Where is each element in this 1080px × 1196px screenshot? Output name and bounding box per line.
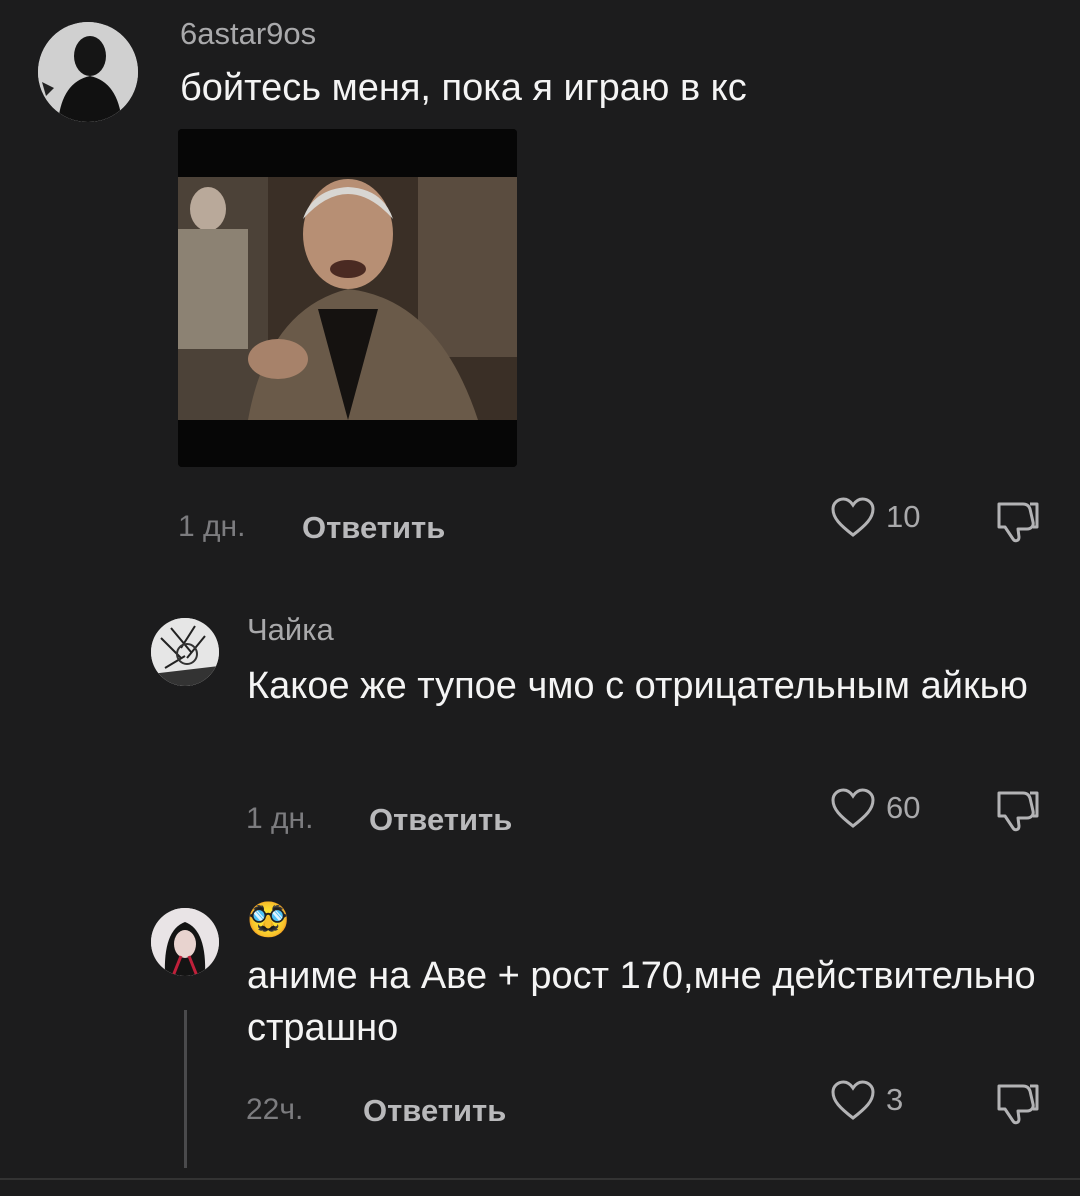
- comment-gif-image[interactable]: [178, 129, 517, 467]
- thumbs-down-outline-icon[interactable]: [993, 1078, 1043, 1128]
- like-button[interactable]: 60: [830, 787, 920, 829]
- like-button[interactable]: 3: [830, 1079, 903, 1121]
- avatar-disguise-user[interactable]: [151, 908, 219, 976]
- thread-line: [184, 1010, 187, 1168]
- avatar-chayka[interactable]: [151, 618, 219, 686]
- comment-time: 1 дн.: [246, 802, 314, 835]
- heart-outline-icon: [831, 497, 875, 537]
- comment-time: 22ч.: [246, 1093, 304, 1126]
- like-count: 10: [886, 499, 921, 534]
- comment-text: аниме на Аве + рост 170,мне действительн…: [247, 955, 1036, 1049]
- comment-text: бойтесь меня, пока я играю в кс: [180, 67, 747, 109]
- thumbs-down-outline-icon[interactable]: [993, 785, 1043, 835]
- like-count: 60: [886, 790, 921, 825]
- heart-outline-icon: [831, 788, 875, 828]
- comment-text: Какое же тупое чмо с отрицательным айкью: [247, 665, 1028, 707]
- comment-time: 1 дн.: [178, 510, 246, 543]
- like-button[interactable]: 10: [830, 496, 920, 538]
- like-count: 3: [886, 1082, 904, 1117]
- reply-button[interactable]: Ответить: [363, 1093, 506, 1129]
- reply-button[interactable]: Ответить: [302, 510, 445, 546]
- comment-username[interactable]: Чайка: [247, 612, 334, 648]
- divider: [0, 1178, 1080, 1180]
- thumbs-down-outline-icon[interactable]: [993, 496, 1043, 546]
- comment-username[interactable]: 6astar9os: [180, 16, 316, 52]
- heart-outline-icon: [831, 1080, 875, 1120]
- reply-button[interactable]: Ответить: [369, 802, 512, 838]
- avatar-6astar9os[interactable]: [38, 22, 138, 122]
- comment-username[interactable]: 🥸: [247, 900, 289, 940]
